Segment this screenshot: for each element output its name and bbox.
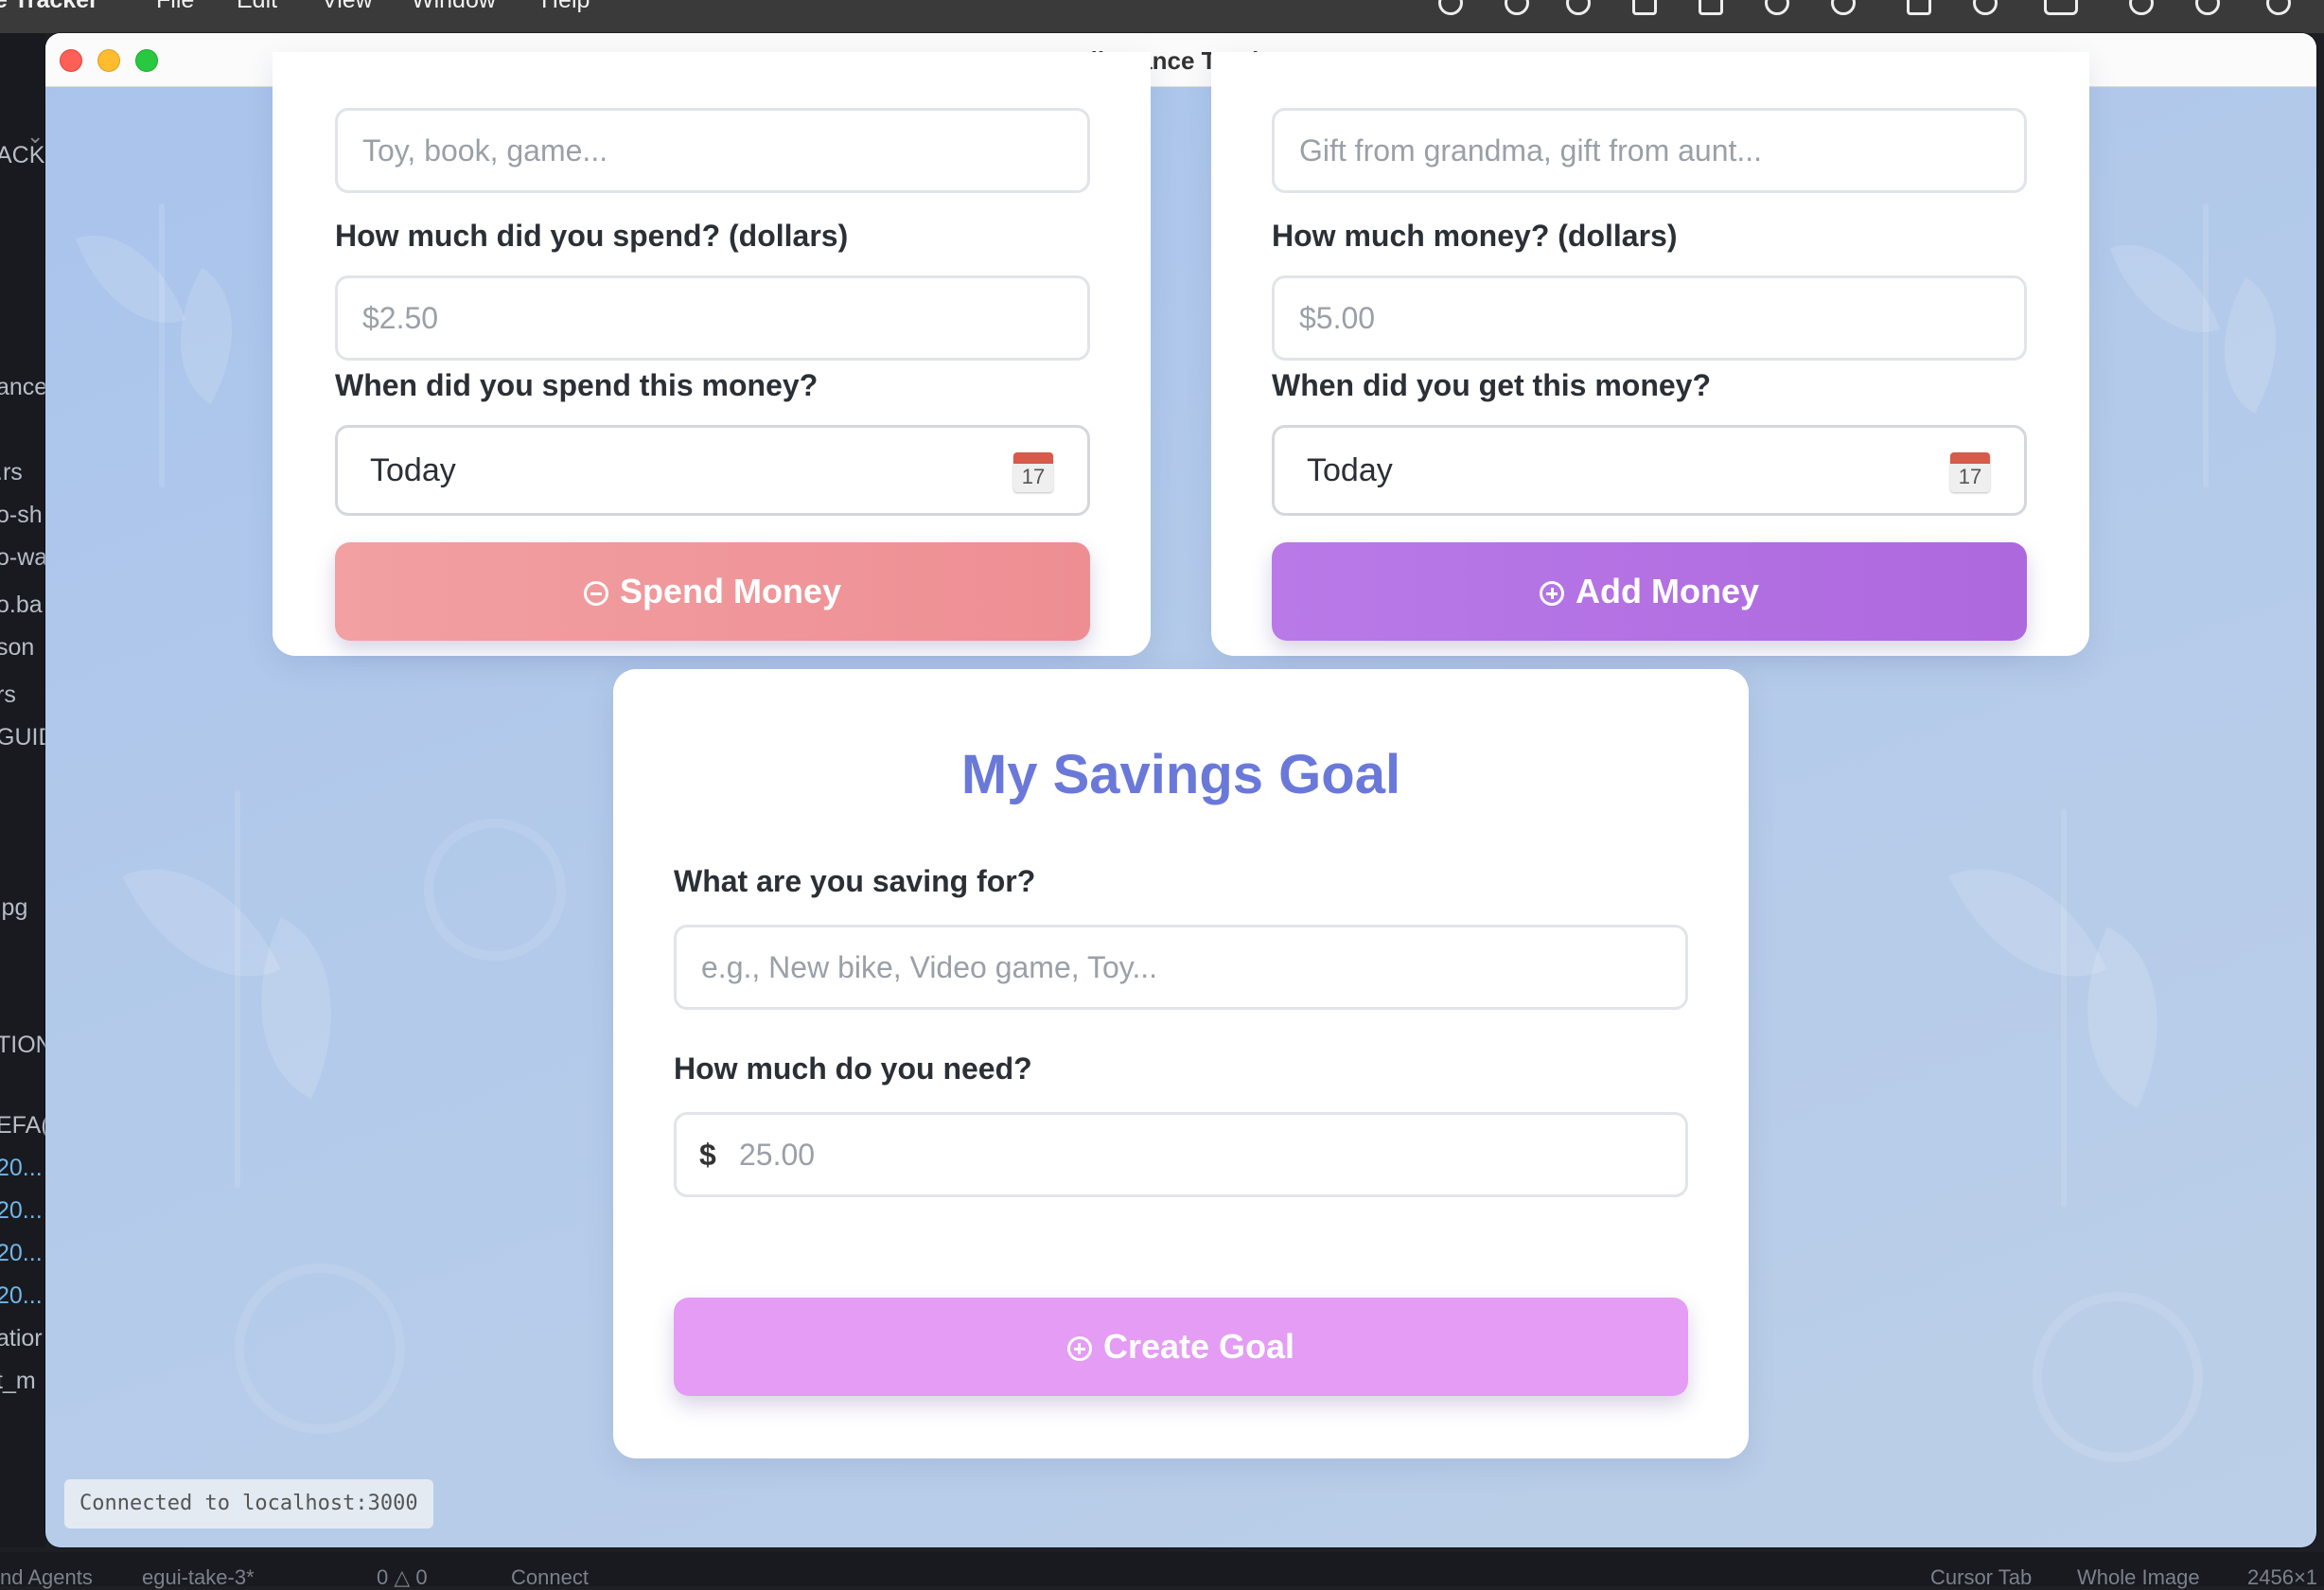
currency-symbol: $ [699, 1138, 716, 1172]
saving-for-input[interactable] [674, 925, 1688, 1010]
calendar-icon[interactable]: 17 [1013, 452, 1053, 492]
plus-circle-icon [1540, 581, 1564, 606]
background-editor-statusbar: nd Agents egui-take-3* 0 △ 0 Connect Cur… [0, 1552, 2324, 1589]
status-agents[interactable]: nd Agents [0, 1565, 93, 1590]
spend-item-input[interactable] [335, 108, 1090, 193]
add-money-button[interactable]: Add Money [1272, 542, 2027, 641]
menubar-status-icon[interactable] [1505, 0, 1529, 15]
create-goal-button[interactable]: Create Goal [674, 1298, 1688, 1396]
macos-menubar: e Tracker File Edit View Window Help [0, 0, 2324, 33]
editor-file-entry[interactable]: o.ba [0, 592, 43, 619]
editor-file-entry[interactable]: 20... [0, 1155, 43, 1182]
add-amount-label: How much money? (dollars) [1272, 219, 1678, 253]
menubar-calendar-icon[interactable] [1632, 0, 1657, 15]
editor-file-entry[interactable]: atior [0, 1325, 43, 1352]
editor-file-entry[interactable]: o-wa [0, 544, 45, 572]
calendar-icon[interactable]: 17 [1950, 452, 1990, 492]
menu-help[interactable]: Help [541, 0, 590, 14]
menu-edit[interactable]: Edit [237, 0, 277, 14]
editor-file-entry[interactable]: .rs [0, 459, 23, 486]
status-branch[interactable]: egui-take-3* [142, 1565, 255, 1590]
menubar-app-name[interactable]: e Tracker [0, 0, 98, 14]
menubar-battery-icon[interactable] [2044, 0, 2078, 15]
calendar-icon-day: 17 [1021, 465, 1046, 488]
menubar-wifi-icon[interactable] [2129, 0, 2154, 15]
spend-amount-input[interactable] [335, 275, 1090, 361]
menu-file[interactable]: File [156, 0, 194, 14]
plus-circle-icon [1066, 1336, 1092, 1361]
add-money-card: How much money? (dollars) When did you g… [1211, 52, 2089, 656]
spend-amount-label: How much did you spend? (dollars) [335, 219, 849, 253]
editor-file-entry[interactable]: rs [0, 681, 16, 709]
editor-file-entry[interactable]: ance [0, 374, 45, 401]
savings-goal-card: My Savings Goal What are you saving for?… [613, 669, 1749, 1458]
money-source-input[interactable] [1272, 108, 2027, 193]
editor-file-entry[interactable]: EFA( [0, 1112, 45, 1140]
editor-file-entry[interactable]: 20... [0, 1240, 43, 1267]
menubar-status-icon[interactable] [1831, 0, 1856, 15]
menu-window[interactable]: Window [412, 0, 496, 14]
add-date-label: When did you get this money? [1272, 368, 1711, 402]
connection-status: Connected to localhost:3000 [64, 1479, 433, 1528]
status-cursor-tab[interactable]: Cursor Tab [1930, 1565, 2032, 1590]
menubar-status-icon[interactable] [1566, 0, 1591, 15]
add-date-picker[interactable]: Today 17 [1272, 425, 2027, 516]
menubar-status-icon[interactable] [1699, 0, 1723, 15]
editor-file-entry[interactable]: 20... [0, 1197, 43, 1225]
calendar-icon-day: 17 [1958, 465, 1982, 488]
minus-circle-icon [583, 581, 608, 606]
menubar-status-icon[interactable] [1438, 0, 1463, 15]
status-whole-image[interactable]: Whole Image [2077, 1565, 2200, 1590]
saving-for-label: What are you saving for? [674, 864, 1036, 898]
app-window: Allowance Tracker How much did you spend… [45, 33, 2316, 1547]
background-editor-sidebar: ⌄ ACKance.rso-sho-wao.basonrsGUIDjpgTION… [0, 33, 45, 1547]
add-date-value: Today [1307, 452, 1393, 488]
goal-amount-placeholder: 25.00 [739, 1138, 816, 1172]
menubar-user-icon[interactable] [1973, 0, 1998, 15]
spend-money-button[interactable]: Spend Money [335, 542, 1090, 641]
spend-money-button-label: Spend Money [619, 572, 842, 610]
editor-file-entry[interactable]: o-sh [0, 502, 43, 529]
editor-file-entry[interactable]: jpg [0, 894, 27, 922]
spend-money-card: How much did you spend? (dollars) When d… [273, 52, 1151, 656]
add-money-button-label: Add Money [1576, 572, 1759, 610]
menu-view[interactable]: View [322, 0, 373, 14]
spend-date-label: When did you spend this money? [335, 368, 819, 402]
menubar-status-icon[interactable] [1907, 0, 1931, 15]
create-goal-button-label: Create Goal [1102, 1327, 1295, 1366]
editor-file-entry[interactable]: 20... [0, 1282, 43, 1310]
editor-file-entry[interactable]: son [0, 634, 34, 662]
menubar-search-icon[interactable] [2195, 0, 2220, 15]
menubar-control-center-icon[interactable] [2266, 0, 2291, 15]
editor-file-entry[interactable]: GUID [0, 724, 45, 751]
goal-amount-input[interactable]: $ 25.00 [674, 1112, 1688, 1197]
menubar-status-icon[interactable] [1765, 0, 1789, 15]
status-dimensions: 2456×1 [2247, 1565, 2318, 1589]
status-connect[interactable]: Connect [511, 1565, 589, 1590]
status-problems[interactable]: 0 △ 0 [377, 1565, 428, 1590]
editor-file-entry[interactable]: TION [0, 1032, 45, 1059]
spend-date-value: Today [370, 452, 456, 488]
spend-date-picker[interactable]: Today 17 [335, 425, 1090, 516]
savings-goal-title: My Savings Goal [960, 744, 1401, 805]
add-amount-input[interactable] [1272, 275, 2027, 361]
editor-file-entry[interactable]: ACK [0, 142, 44, 169]
need-amount-label: How much do you need? [674, 1051, 1032, 1086]
editor-file-entry[interactable]: t_m [0, 1368, 36, 1395]
